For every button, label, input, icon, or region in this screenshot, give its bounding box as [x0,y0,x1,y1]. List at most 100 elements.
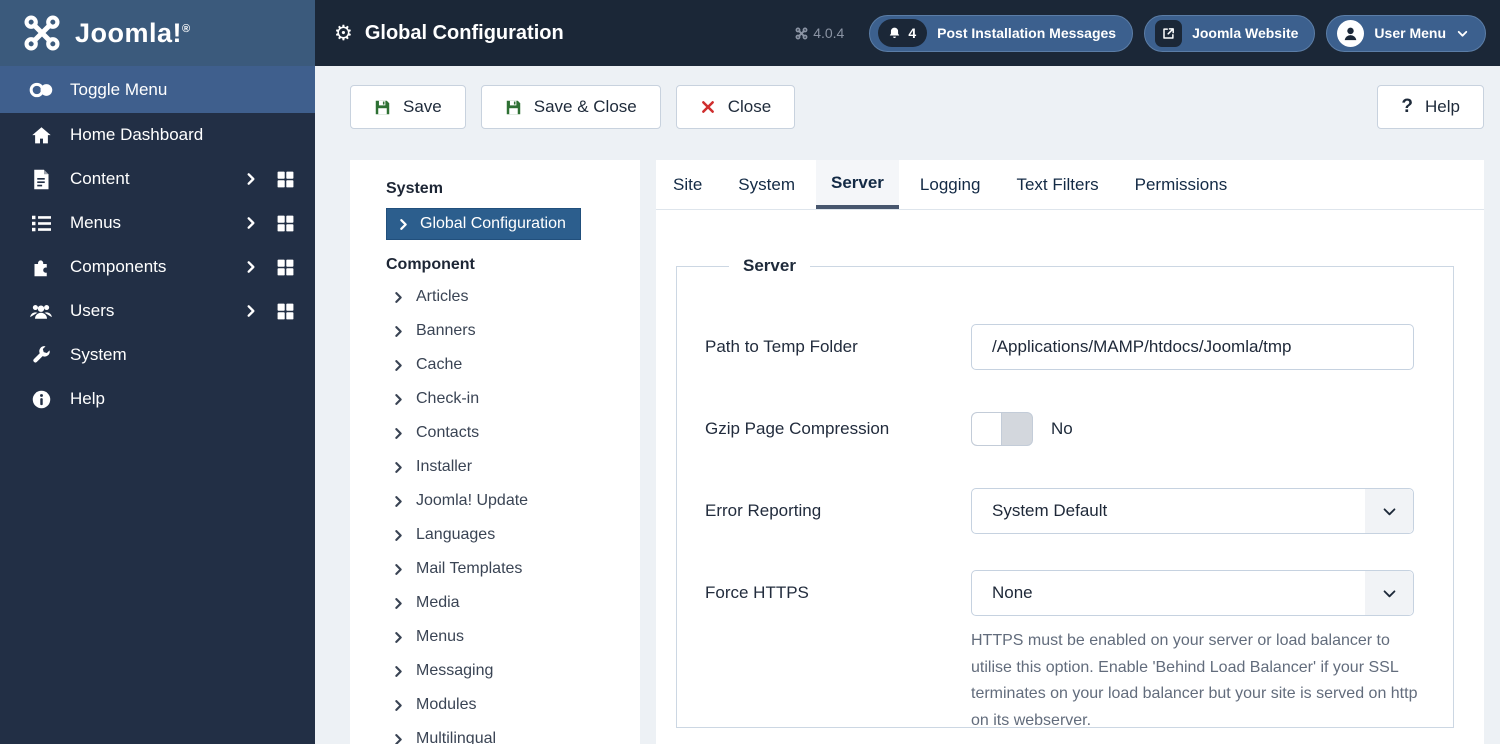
header-bar: ⚙ Global Configuration 4.0.4 4 Post Inst… [315,0,1500,66]
component-item-label: Banners [416,322,476,339]
component-item-label: Languages [416,526,496,543]
header: Joomla!® ⚙ Global Configuration 4.0.4 4 … [0,0,1500,66]
chevron-right-icon [395,631,402,643]
save-and-close-button[interactable]: Save & Close [480,85,661,129]
chevron-down-icon [1383,507,1395,515]
secondary-item-global-configuration[interactable]: Global Configuration [386,208,581,240]
chevron-right-icon[interactable] [244,260,258,274]
temp-path-input[interactable] [971,324,1414,370]
force-https-select[interactable]: None [971,570,1414,616]
sidebar-item-content[interactable]: Content [0,157,315,201]
sidebar-item-help[interactable]: Help [0,377,315,421]
chevron-right-icon [395,325,402,337]
sidebar-item-menus[interactable]: Menus [0,201,315,245]
chevron-right-icon [395,495,402,507]
dashboard-grid-icon[interactable] [276,214,295,233]
component-item-label: Media [416,594,460,611]
sidebar-item-label: Components [70,257,167,276]
chevron-right-icon [395,427,402,439]
chevron-right-icon [395,359,402,371]
component-item-banners[interactable]: Banners [386,314,626,348]
help-button[interactable]: ? Help [1377,85,1484,129]
joomla-website-button[interactable]: Joomla Website [1144,14,1316,52]
joomla-version: 4.0.4 [795,25,844,41]
gzip-toggle[interactable] [971,412,1033,446]
chevron-right-icon [395,733,402,744]
page-title: Global Configuration [364,21,564,44]
save-button-label: Save [403,97,442,116]
toggle-icon [28,80,54,100]
chevron-right-icon[interactable] [244,216,258,230]
dashboard-grid-icon[interactable] [276,170,295,189]
form-row-force-https: Force HTTPS None HTTPS must be enabled o… [705,570,1421,734]
main-sidebar: Toggle Menu Home Dashboard Content Menus… [0,66,315,744]
form-row-temp-path: Path to Temp Folder [705,324,1421,370]
tab-text-filters[interactable]: Text Filters [1001,160,1113,209]
error-reporting-label: Error Reporting [705,501,822,520]
component-item-mail-templates[interactable]: Mail Templates [386,552,626,586]
dashboard-grid-icon[interactable] [276,258,295,277]
form-row-gzip: Gzip Page Compression No [705,406,1421,452]
user-menu-button[interactable]: User Menu [1326,14,1486,52]
chevron-down-icon [1383,589,1395,597]
info-icon [28,389,54,410]
tab-permissions[interactable]: Permissions [1120,160,1243,209]
sidebar-item-users[interactable]: Users [0,289,315,333]
component-item-label: Joomla! Update [416,492,529,509]
server-fieldset: Server Path to Temp Folder Gzip Page Com… [676,256,1454,729]
component-item-label: Check-in [416,390,480,407]
save-button[interactable]: Save [350,85,466,129]
sidebar-item-home-dashboard[interactable]: Home Dashboard [0,113,315,157]
website-label: Joomla Website [1192,25,1299,41]
component-item-multilingual[interactable]: Multilingual [386,722,626,744]
bell-icon [890,27,900,38]
component-item-installer[interactable]: Installer [386,450,626,484]
server-legend: Server [743,256,796,275]
sidebar-item-system[interactable]: System [0,333,315,377]
close-button-label: Close [727,97,772,116]
question-icon: ? [1401,96,1414,117]
sidebar-item-label: Content [70,169,130,188]
dashboard-grid-icon[interactable] [276,302,295,321]
component-item-cache[interactable]: Cache [386,348,626,382]
sidebar-item-toggle-menu[interactable]: Toggle Menu [0,66,315,113]
sidebar-item-components[interactable]: Components [0,245,315,289]
chevron-right-icon[interactable] [244,304,258,318]
component-item-check-in[interactable]: Check-in [386,382,626,416]
component-item-menus[interactable]: Menus [386,620,626,654]
gear-icon: ⚙ [334,21,353,45]
chevron-right-icon [395,563,402,575]
force-https-description: HTTPS must be enabled on your server or … [971,632,1418,729]
component-item-label: Menus [416,628,465,645]
chevron-right-icon[interactable] [244,172,258,186]
component-item-label: Multilingual [416,730,497,744]
component-item-languages[interactable]: Languages [386,518,626,552]
document-icon [28,169,54,190]
chevron-right-icon [395,699,402,711]
tab-server[interactable]: Server [815,160,899,209]
config-tabs: Site System Server Logging Text Filters … [656,160,1484,210]
messages-badge: 4 [878,19,928,47]
component-item-joomla-update[interactable]: Joomla! Update [386,484,626,518]
tab-system[interactable]: System [723,160,810,209]
list-icon [28,214,54,233]
user-menu-label: User Menu [1374,25,1446,41]
joomla-logo: Joomla!® [0,0,315,66]
component-item-messaging[interactable]: Messaging [386,654,626,688]
close-button[interactable]: Close [675,85,796,129]
post-installation-messages-button[interactable]: 4 Post Installation Messages [869,14,1134,52]
component-item-modules[interactable]: Modules [386,688,626,722]
joomla-version-icon [795,27,808,39]
component-item-media[interactable]: Media [386,586,626,620]
chevron-right-icon [395,529,402,541]
secondary-heading-component: Component [386,256,475,273]
error-reporting-value: System Default [992,501,1108,520]
tab-logging[interactable]: Logging [905,160,996,209]
error-reporting-select[interactable]: System Default [971,488,1414,534]
gzip-toggle-state: No [1051,419,1073,438]
sidebar-item-label: Menus [70,213,122,232]
tab-site[interactable]: Site [658,160,717,209]
component-item-contacts[interactable]: Contacts [386,416,626,450]
sidebar-item-label: Help [70,389,105,408]
component-item-articles[interactable]: Articles [386,280,626,314]
